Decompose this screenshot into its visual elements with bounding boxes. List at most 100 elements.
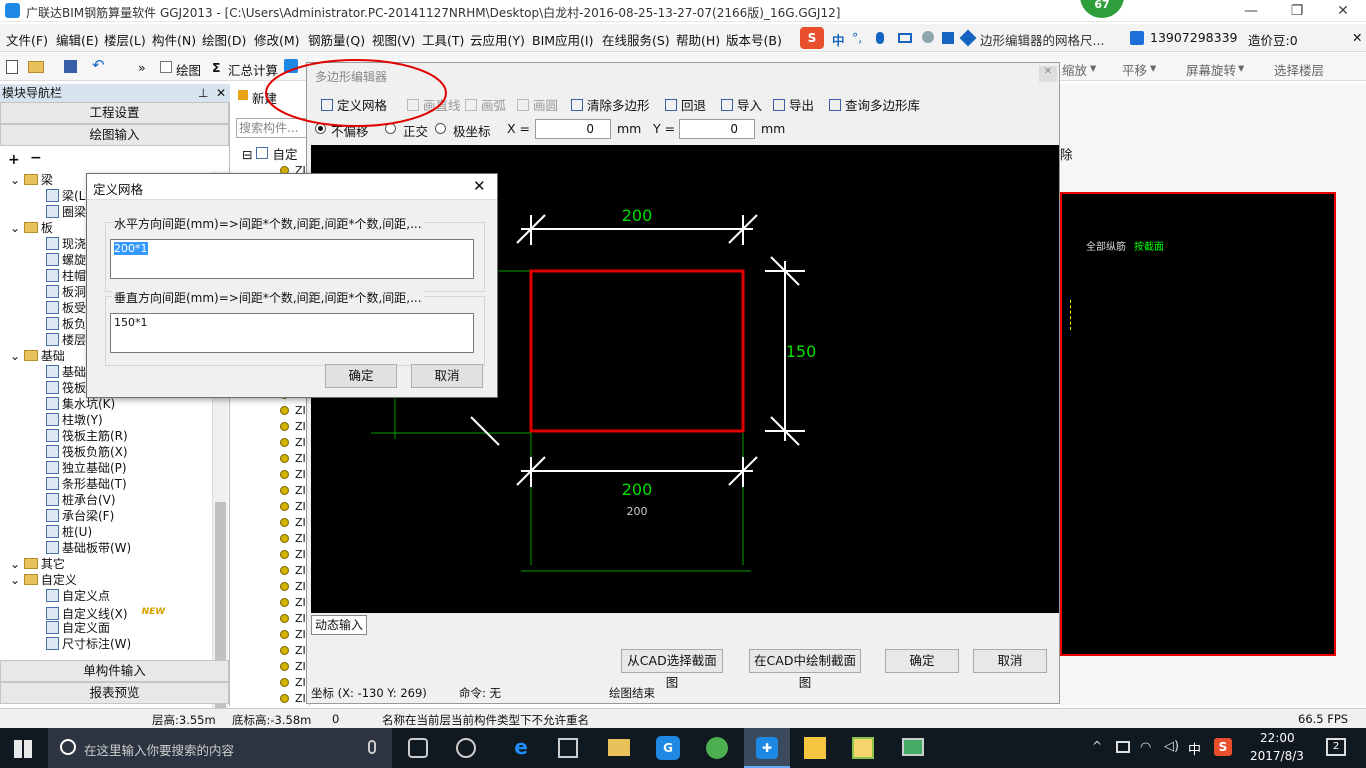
- expand-icon[interactable]: ⌄: [10, 573, 24, 587]
- editor-import-button[interactable]: 导入: [721, 95, 762, 114]
- draw-in-cad-button[interactable]: 在CAD中绘制截面图: [749, 649, 861, 690]
- menu-item-1[interactable]: 编辑(E): [56, 30, 99, 49]
- store-icon[interactable]: [558, 738, 578, 758]
- tree-item[interactable]: 尺寸标注(W): [46, 636, 131, 652]
- user-phone[interactable]: 13907298339: [1150, 30, 1237, 45]
- rotate-button[interactable]: 屏幕旋转: [1186, 60, 1236, 79]
- clock-time[interactable]: 22:00: [1260, 731, 1295, 745]
- user-ime-icon[interactable]: [922, 31, 934, 43]
- component-list-item[interactable]: ZI: [280, 516, 306, 529]
- tree-item[interactable]: 桩承台(V): [46, 492, 116, 508]
- expand-icon[interactable]: ⌄: [10, 349, 24, 363]
- menu-item-4[interactable]: 绘图(D): [202, 30, 246, 49]
- tree-item[interactable]: 板洞: [46, 284, 86, 300]
- green-app-icon[interactable]: [706, 737, 728, 759]
- tree-folder[interactable]: ⌄ 基础: [10, 348, 65, 364]
- tree-item[interactable]: 基础板带(W): [46, 540, 131, 556]
- shirt-icon[interactable]: [942, 32, 954, 44]
- expand-icon[interactable]: ⌄: [10, 173, 24, 187]
- more-icon[interactable]: »: [138, 60, 146, 75]
- taskbar-search-box[interactable]: 在这里输入你要搜索的内容: [48, 728, 392, 768]
- tree-folder[interactable]: ⌄ 其它: [10, 556, 65, 572]
- notes-app-icon[interactable]: [804, 737, 826, 759]
- keyboard-icon[interactable]: [898, 33, 912, 43]
- component-list-item[interactable]: ZI: [280, 484, 306, 497]
- tree-item[interactable]: 筏板: [46, 380, 86, 396]
- tree-item[interactable]: 自定义点: [46, 588, 110, 604]
- new-file-icon[interactable]: [6, 60, 18, 74]
- tree-item[interactable]: 自定义面: [46, 620, 110, 636]
- polygon-rectangle[interactable]: [529, 269, 745, 433]
- tree-item[interactable]: 基础: [46, 364, 86, 380]
- tree-item[interactable]: 独立基础(P): [46, 460, 127, 476]
- rotate-dropdown-icon[interactable]: ▾: [1238, 60, 1244, 75]
- menu-close-icon[interactable]: ✕: [1352, 30, 1362, 45]
- tree-item[interactable]: 筏板主筋(R): [46, 428, 128, 444]
- component-list-item[interactable]: ZI: [280, 628, 306, 641]
- menu-item-0[interactable]: 文件(F): [6, 30, 48, 49]
- component-list-item[interactable]: ZI: [280, 452, 306, 465]
- taskbar-mic-icon[interactable]: [368, 740, 376, 754]
- tray-ime-label[interactable]: 中: [1188, 739, 1201, 758]
- tree-folder[interactable]: ⌄ 自定义: [10, 572, 77, 588]
- project-settings-button[interactable]: 工程设置: [0, 102, 229, 124]
- dialog-ok-button[interactable]: 确定: [325, 364, 397, 388]
- vertical-spacing-input[interactable]: 150*1: [110, 313, 474, 353]
- edge-icon[interactable]: e: [510, 736, 532, 758]
- component-list-item[interactable]: ZI: [280, 596, 306, 609]
- tree-item[interactable]: 现浇: [46, 236, 86, 252]
- menu-item-7[interactable]: 视图(V): [372, 30, 415, 49]
- tree-item[interactable]: 楼层: [46, 332, 86, 348]
- tray-volume-icon[interactable]: ◁): [1164, 739, 1179, 754]
- display-app-icon[interactable]: [902, 738, 924, 756]
- editor-circle-button[interactable]: 画圆: [517, 95, 558, 114]
- tree-folder[interactable]: ⌄ 板: [10, 220, 53, 236]
- expand-icon[interactable]: ⌄: [10, 221, 24, 235]
- tree-item[interactable]: 梁(L): [46, 188, 90, 204]
- ime-lang[interactable]: 中: [832, 30, 845, 49]
- editor-arc-button[interactable]: 画弧: [465, 95, 506, 114]
- tree-item[interactable]: 螺旋: [46, 252, 86, 268]
- horizontal-spacing-input[interactable]: 200*1: [110, 239, 474, 279]
- component-list-item[interactable]: ZI: [280, 612, 306, 625]
- tray-network-icon[interactable]: [1116, 741, 1130, 753]
- component-list-item[interactable]: ZI: [280, 660, 306, 673]
- task-view-icon[interactable]: [408, 738, 428, 758]
- menu-item-9[interactable]: 云应用(Y): [470, 30, 525, 49]
- expand-all-icon[interactable]: +: [8, 152, 20, 168]
- menu-item-10[interactable]: BIM应用(I): [532, 30, 594, 49]
- ime-punct[interactable]: °,: [852, 30, 862, 45]
- notice-text[interactable]: 边形编辑器的网格尺...: [980, 30, 1104, 49]
- tree-item[interactable]: 柱帽: [46, 268, 86, 284]
- tree-item[interactable]: 桩(U): [46, 524, 92, 540]
- dialog-cancel-button[interactable]: 取消: [411, 364, 483, 388]
- zoom-dropdown-icon[interactable]: ▾: [1090, 60, 1096, 75]
- close-button[interactable]: ✕: [1320, 0, 1366, 22]
- editor-ok-button[interactable]: 确定: [885, 649, 959, 673]
- ime-logo-icon[interactable]: S: [800, 27, 824, 49]
- tree-item[interactable]: 板受: [46, 300, 86, 316]
- notes2-app-icon[interactable]: [852, 737, 874, 759]
- component-list-item[interactable]: ZI: [280, 676, 306, 689]
- tree-item[interactable]: 柱墩(Y): [46, 412, 103, 428]
- component-list-item[interactable]: ZI: [280, 580, 306, 593]
- editor-undo-button[interactable]: 回退: [665, 95, 706, 114]
- layers-button[interactable]: 选择楼层: [1274, 60, 1324, 79]
- tray-chevron-icon[interactable]: ^: [1092, 739, 1102, 753]
- component-list-item[interactable]: ZI: [280, 548, 306, 561]
- tree-item[interactable]: 自定义线(X) NEW: [46, 604, 165, 621]
- y-input[interactable]: 0: [679, 119, 755, 139]
- menu-item-3[interactable]: 构件(N): [152, 30, 196, 49]
- component-list-item[interactable]: ZI: [280, 468, 306, 481]
- editor-query-button[interactable]: 查询多边形库: [829, 95, 920, 114]
- component-list-item[interactable]: ZI: [280, 404, 306, 417]
- component-list-item[interactable]: ZI: [280, 420, 306, 433]
- tree-folder[interactable]: ⌄ 梁: [10, 172, 53, 188]
- tree-item[interactable]: 筏板负筋(X): [46, 444, 128, 460]
- pan-button[interactable]: 平移: [1122, 60, 1147, 79]
- editor-cancel-button[interactable]: 取消: [973, 649, 1047, 673]
- cost-beans[interactable]: 造价豆:0: [1248, 30, 1298, 49]
- pin-icon[interactable]: ⊥: [198, 84, 208, 102]
- component-list-item[interactable]: ZI: [280, 436, 306, 449]
- wrench-icon[interactable]: [959, 29, 977, 47]
